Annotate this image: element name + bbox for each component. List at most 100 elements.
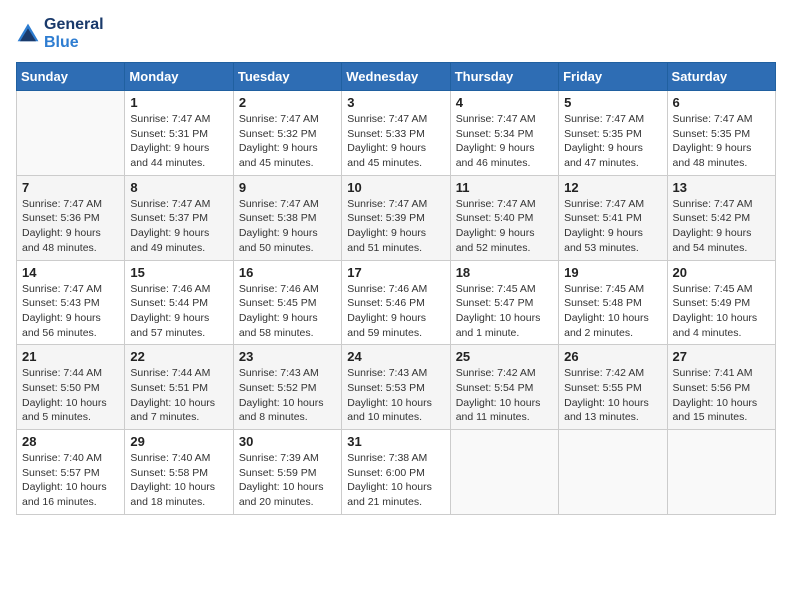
calendar-cell: 24Sunrise: 7:43 AM Sunset: 5:53 PM Dayli… (342, 345, 450, 430)
day-info: Sunrise: 7:40 AM Sunset: 5:57 PM Dayligh… (22, 451, 119, 510)
page-header: General Blue (16, 16, 776, 52)
weekday-header-tuesday: Tuesday (233, 63, 341, 91)
day-info: Sunrise: 7:47 AM Sunset: 5:35 PM Dayligh… (564, 112, 661, 171)
day-info: Sunrise: 7:47 AM Sunset: 5:36 PM Dayligh… (22, 197, 119, 256)
weekday-header-thursday: Thursday (450, 63, 558, 91)
day-info: Sunrise: 7:47 AM Sunset: 5:42 PM Dayligh… (673, 197, 770, 256)
day-number: 17 (347, 265, 444, 280)
weekday-header-sunday: Sunday (17, 63, 125, 91)
day-number: 6 (673, 95, 770, 110)
calendar-cell: 19 Sunrise: 7:45 AM Sunset: 5:48 PM Dayli… (559, 260, 667, 345)
calendar-cell: 26Sunrise: 7:42 AM Sunset: 5:55 PM Dayli… (559, 345, 667, 430)
day-info: Sunrise: 7:46 AM Sunset: 5:45 PM Dayligh… (239, 282, 336, 341)
day-info: Sunrise: 7:45 AM Sunset: 5:49 PM Dayligh… (673, 282, 770, 341)
day-info: Sunrise: 7:47 AM Sunset: 5:31 PM Dayligh… (130, 112, 227, 171)
calendar-cell: 29Sunrise: 7:40 AM Sunset: 5:58 PM Dayli… (125, 430, 233, 515)
day-info: Sunrise: 7:42 AM Sunset: 5:55 PM Dayligh… (564, 366, 661, 425)
calendar-cell: 2 Sunrise: 7:47 AM Sunset: 5:32 PM Daylig… (233, 91, 341, 176)
day-number: 1 (130, 95, 227, 110)
day-number: 9 (239, 180, 336, 195)
day-number: 10 (347, 180, 444, 195)
calendar-cell: 6 Sunrise: 7:47 AM Sunset: 5:35 PM Daylig… (667, 91, 775, 176)
day-number: 15 (130, 265, 227, 280)
day-info: Sunrise: 7:47 AM Sunset: 5:39 PM Dayligh… (347, 197, 444, 256)
calendar-cell: 9 Sunrise: 7:47 AM Sunset: 5:38 PM Daylig… (233, 175, 341, 260)
calendar-cell: 16Sunrise: 7:46 AM Sunset: 5:45 PM Dayli… (233, 260, 341, 345)
day-number: 11 (456, 180, 553, 195)
calendar-cell: 15Sunrise: 7:46 AM Sunset: 5:44 PM Dayli… (125, 260, 233, 345)
calendar-cell: 31 Sunrise: 7:38 AM Sunset: 6:00 PM Dayli… (342, 430, 450, 515)
day-info: Sunrise: 7:47 AM Sunset: 5:32 PM Dayligh… (239, 112, 336, 171)
calendar-cell: 12 Sunrise: 7:47 AM Sunset: 5:41 PM Dayli… (559, 175, 667, 260)
calendar-week-row: 28 Sunrise: 7:40 AM Sunset: 5:57 PM Dayli… (17, 430, 776, 515)
day-number: 28 (22, 434, 119, 449)
day-info: Sunrise: 7:47 AM Sunset: 5:43 PM Dayligh… (22, 282, 119, 341)
calendar-cell: 1 Sunrise: 7:47 AM Sunset: 5:31 PM Daylig… (125, 91, 233, 176)
calendar-cell (559, 430, 667, 515)
day-info: Sunrise: 7:45 AM Sunset: 5:47 PM Dayligh… (456, 282, 553, 341)
day-info: Sunrise: 7:43 AM Sunset: 5:53 PM Dayligh… (347, 366, 444, 425)
calendar-cell: 11 Sunrise: 7:47 AM Sunset: 5:40 PM Dayli… (450, 175, 558, 260)
day-info: Sunrise: 7:47 AM Sunset: 5:35 PM Dayligh… (673, 112, 770, 171)
day-info: Sunrise: 7:41 AM Sunset: 5:56 PM Dayligh… (673, 366, 770, 425)
calendar-cell: 27 Sunrise: 7:41 AM Sunset: 5:56 PM Dayli… (667, 345, 775, 430)
weekday-header-friday: Friday (559, 63, 667, 91)
day-info: Sunrise: 7:47 AM Sunset: 5:33 PM Dayligh… (347, 112, 444, 171)
day-info: Sunrise: 7:44 AM Sunset: 5:51 PM Dayligh… (130, 366, 227, 425)
calendar-cell (450, 430, 558, 515)
day-info: Sunrise: 7:46 AM Sunset: 5:46 PM Dayligh… (347, 282, 444, 341)
day-number: 25 (456, 349, 553, 364)
day-info: Sunrise: 7:47 AM Sunset: 5:38 PM Dayligh… (239, 197, 336, 256)
day-info: Sunrise: 7:38 AM Sunset: 6:00 PM Dayligh… (347, 451, 444, 510)
day-number: 29 (130, 434, 227, 449)
weekday-header-wednesday: Wednesday (342, 63, 450, 91)
day-number: 21 (22, 349, 119, 364)
day-info: Sunrise: 7:47 AM Sunset: 5:37 PM Dayligh… (130, 197, 227, 256)
day-number: 5 (564, 95, 661, 110)
day-number: 19 (564, 265, 661, 280)
calendar-cell: 22Sunrise: 7:44 AM Sunset: 5:51 PM Dayli… (125, 345, 233, 430)
day-number: 31 (347, 434, 444, 449)
day-info: Sunrise: 7:47 AM Sunset: 5:34 PM Dayligh… (456, 112, 553, 171)
logo: General Blue (16, 16, 104, 52)
calendar-cell: 28 Sunrise: 7:40 AM Sunset: 5:57 PM Dayli… (17, 430, 125, 515)
calendar-cell: 10 Sunrise: 7:47 AM Sunset: 5:39 PM Dayli… (342, 175, 450, 260)
weekday-header-monday: Monday (125, 63, 233, 91)
calendar-cell: 30 Sunrise: 7:39 AM Sunset: 5:59 PM Dayli… (233, 430, 341, 515)
calendar-cell: 5 Sunrise: 7:47 AM Sunset: 5:35 PM Daylig… (559, 91, 667, 176)
calendar-cell: 25 Sunrise: 7:42 AM Sunset: 5:54 PM Dayli… (450, 345, 558, 430)
calendar-week-row: 21 Sunrise: 7:44 AM Sunset: 5:50 PM Dayli… (17, 345, 776, 430)
day-number: 2 (239, 95, 336, 110)
calendar-week-row: 14 Sunrise: 7:47 AM Sunset: 5:43 PM Dayli… (17, 260, 776, 345)
day-number: 7 (22, 180, 119, 195)
calendar-week-row: 1 Sunrise: 7:47 AM Sunset: 5:31 PM Daylig… (17, 91, 776, 176)
day-info: Sunrise: 7:47 AM Sunset: 5:41 PM Dayligh… (564, 197, 661, 256)
day-info: Sunrise: 7:44 AM Sunset: 5:50 PM Dayligh… (22, 366, 119, 425)
calendar-table: SundayMondayTuesdayWednesdayThursdayFrid… (16, 62, 776, 515)
day-number: 8 (130, 180, 227, 195)
day-info: Sunrise: 7:39 AM Sunset: 5:59 PM Dayligh… (239, 451, 336, 510)
day-number: 4 (456, 95, 553, 110)
calendar-cell: 3Sunrise: 7:47 AM Sunset: 5:33 PM Daylig… (342, 91, 450, 176)
calendar-cell: 4 Sunrise: 7:47 AM Sunset: 5:34 PM Daylig… (450, 91, 558, 176)
weekday-header-saturday: Saturday (667, 63, 775, 91)
calendar-cell: 21 Sunrise: 7:44 AM Sunset: 5:50 PM Dayli… (17, 345, 125, 430)
day-number: 20 (673, 265, 770, 280)
calendar-cell: 20 Sunrise: 7:45 AM Sunset: 5:49 PM Dayli… (667, 260, 775, 345)
calendar-cell: 18Sunrise: 7:45 AM Sunset: 5:47 PM Dayli… (450, 260, 558, 345)
day-number: 13 (673, 180, 770, 195)
day-info: Sunrise: 7:45 AM Sunset: 5:48 PM Dayligh… (564, 282, 661, 341)
day-number: 27 (673, 349, 770, 364)
day-number: 12 (564, 180, 661, 195)
calendar-cell: 14 Sunrise: 7:47 AM Sunset: 5:43 PM Dayli… (17, 260, 125, 345)
calendar-cell: 13 Sunrise: 7:47 AM Sunset: 5:42 PM Dayli… (667, 175, 775, 260)
day-number: 23 (239, 349, 336, 364)
day-info: Sunrise: 7:47 AM Sunset: 5:40 PM Dayligh… (456, 197, 553, 256)
day-info: Sunrise: 7:42 AM Sunset: 5:54 PM Dayligh… (456, 366, 553, 425)
day-info: Sunrise: 7:43 AM Sunset: 5:52 PM Dayligh… (239, 366, 336, 425)
day-number: 14 (22, 265, 119, 280)
weekday-header-row: SundayMondayTuesdayWednesdayThursdayFrid… (17, 63, 776, 91)
calendar-cell: 17 Sunrise: 7:46 AM Sunset: 5:46 PM Dayli… (342, 260, 450, 345)
logo-icon (16, 22, 40, 46)
day-number: 30 (239, 434, 336, 449)
